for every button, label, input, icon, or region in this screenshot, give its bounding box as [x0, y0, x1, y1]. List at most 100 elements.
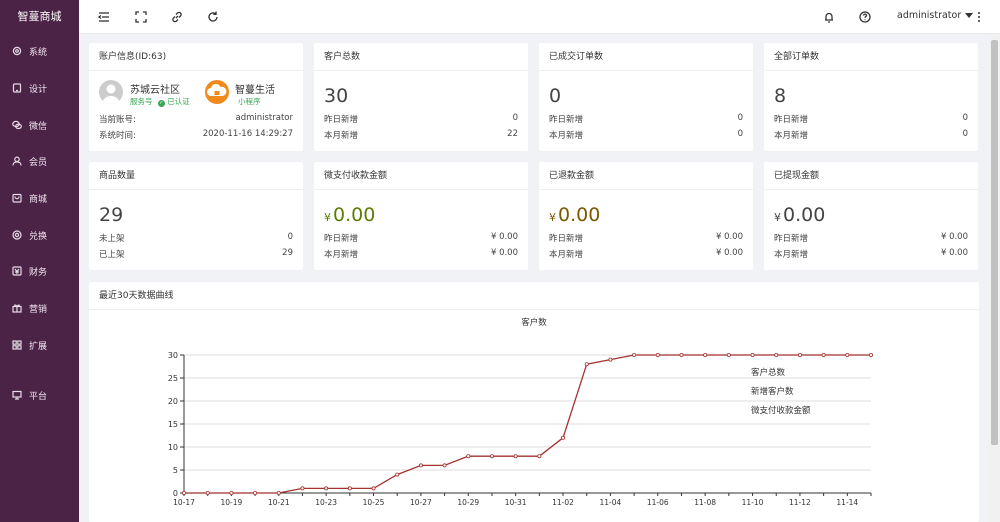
y-tick-label: 30	[168, 351, 178, 360]
x-tick-label: 10-21	[268, 498, 290, 507]
x-tick-label: 10-29	[457, 498, 479, 507]
sidebar-item-extension[interactable]: 扩展	[0, 335, 79, 355]
stat-row: 昨日新增 ¥ 0.00	[774, 232, 968, 244]
wechat-pay-card: 微支付收款金额 ¥0.00 昨日新增 ¥ 0.00 本月新增 ¥ 0.00	[314, 162, 528, 270]
chart-card: 最近30天数据曲线 客户数 0 5 10 15 20 25 30 10-17 10-19 10-2…	[89, 282, 979, 522]
stat-value: ¥0.00	[549, 204, 601, 226]
card-title: 已成交订单数	[539, 43, 753, 71]
data-point	[703, 353, 708, 358]
data-point	[253, 490, 258, 495]
exchange-icon	[12, 230, 22, 240]
stat-value: 29	[99, 204, 124, 226]
card-title: 客户总数	[314, 43, 528, 71]
bell-icon[interactable]	[822, 10, 836, 24]
data-point	[608, 357, 613, 362]
card-title: 账户信息(ID:63)	[89, 43, 303, 71]
data-point	[205, 490, 210, 495]
fullscreen-icon[interactable]	[134, 10, 148, 24]
sidebar-item-shop[interactable]: 商城	[0, 188, 79, 208]
sidebar-item-label: 会员	[29, 157, 48, 168]
sidebar-item-member[interactable]: 会员	[0, 151, 79, 171]
customer-total-card: 客户总数 30 昨日新增 0 本月新增 22	[314, 43, 528, 151]
y-tick-label: 5	[173, 466, 178, 475]
stat-row: 已上架 29	[99, 248, 293, 260]
gift-icon	[12, 304, 22, 313]
sidebar-item-exchange[interactable]: 兑换	[0, 225, 79, 245]
x-tick-label: 10-31	[505, 498, 527, 507]
stat-row: 本月新增 ¥ 0.00	[549, 248, 743, 260]
sidebar-item-label: 财务	[29, 267, 48, 278]
top-bar: administrator	[79, 0, 1000, 34]
data-point	[632, 353, 637, 358]
sidebar-item-label: 系统	[29, 47, 48, 58]
sidebar-item-system[interactable]: 系统	[0, 41, 79, 61]
x-tick-label: 10-17	[173, 498, 195, 507]
x-tick-label: 11-04	[600, 498, 622, 507]
data-point	[726, 353, 731, 358]
stat-row: 昨日新增 0	[549, 113, 743, 125]
stat-value: 30	[324, 85, 349, 107]
more-icon[interactable]	[976, 10, 982, 24]
stat-value: 8	[774, 85, 787, 107]
card-title: 已提现金额	[764, 162, 978, 190]
data-point	[537, 454, 542, 459]
product-count-card: 商品数量 29 未上架 0 已上架 29	[89, 162, 303, 270]
x-tick-label: 11-08	[694, 498, 716, 507]
x-tick-label: 10-25	[363, 498, 385, 507]
data-point	[679, 353, 684, 358]
data-point	[750, 353, 755, 358]
sidebar-item-label: 设计	[29, 84, 48, 95]
link-icon[interactable]	[170, 10, 184, 24]
menu-toggle-icon[interactable]	[97, 10, 111, 24]
sidebar-item-label: 平台	[29, 391, 48, 402]
user-menu[interactable]: administrator	[897, 10, 974, 21]
card-title: 微支付收款金额	[314, 162, 528, 190]
refresh-icon[interactable]	[206, 10, 220, 24]
sidebar-item-marketing[interactable]: 营销	[0, 298, 79, 318]
app-type: 小程序	[238, 97, 261, 106]
stat-row: 本月新增 22	[324, 129, 518, 141]
sidebar-item-design[interactable]: 设计	[0, 78, 79, 98]
stat-row: 昨日新增 ¥ 0.00	[324, 232, 518, 244]
sidebar-item-label: 营销	[29, 304, 48, 315]
data-point	[276, 490, 281, 495]
card-title: 全部订单数	[764, 43, 978, 71]
data-point	[797, 353, 802, 358]
data-point	[347, 486, 352, 491]
org-type: 服务号 ✓ 已认证	[130, 97, 190, 107]
finance-icon	[12, 266, 22, 276]
stat-row: 昨日新增 0	[324, 113, 518, 125]
card-title: 已退款金额	[539, 162, 753, 190]
stat-row: 本月新增 ¥ 0.00	[774, 248, 968, 260]
y-tick-label: 25	[168, 374, 178, 383]
x-tick-label: 11-10	[742, 498, 764, 507]
sidebar-item-label: 兑换	[29, 231, 48, 242]
line-chart: 0 5 10 15 20 25 30 10-17 10-19 10-21 10-23 10-25 10-…	[168, 351, 874, 507]
sidebar-item-platform[interactable]: 平台	[0, 385, 79, 405]
data-point	[182, 490, 187, 495]
card-title: 商品数量	[89, 162, 303, 190]
help-icon[interactable]	[858, 10, 872, 24]
system-time-row: 系统时间: 2020-11-16 14:29:27	[99, 129, 293, 141]
data-point	[655, 353, 660, 358]
data-point	[821, 353, 826, 358]
data-point	[395, 472, 400, 477]
app-name: 智蔓生活	[235, 85, 275, 96]
sidebar-item-finance[interactable]: 财务	[0, 261, 79, 281]
scrollbar-thumb[interactable]	[991, 40, 998, 445]
x-tick-label: 11-02	[552, 498, 574, 507]
withdrawn-amount-card: 已提现金额 ¥0.00 昨日新增 ¥ 0.00 本月新增 ¥ 0.00	[764, 162, 978, 270]
sidebar: 智蔓商城 系统 设计 微信 会员 商城 兑换 财务 营销 扩展 平台	[0, 0, 79, 522]
shop-icon	[12, 193, 22, 203]
avatar	[99, 80, 123, 104]
tablet-icon	[12, 83, 22, 93]
stat-value: ¥0.00	[324, 204, 376, 226]
legend-entry: 微支付收款金额	[751, 405, 811, 416]
data-point	[513, 454, 518, 459]
data-point	[229, 490, 234, 495]
x-tick-label: 11-06	[647, 498, 669, 507]
stat-row: 本月新增 ¥ 0.00	[324, 248, 518, 260]
x-tick-label: 11-12	[789, 498, 811, 507]
sidebar-item-wechat[interactable]: 微信	[0, 115, 79, 135]
data-point	[442, 463, 447, 468]
